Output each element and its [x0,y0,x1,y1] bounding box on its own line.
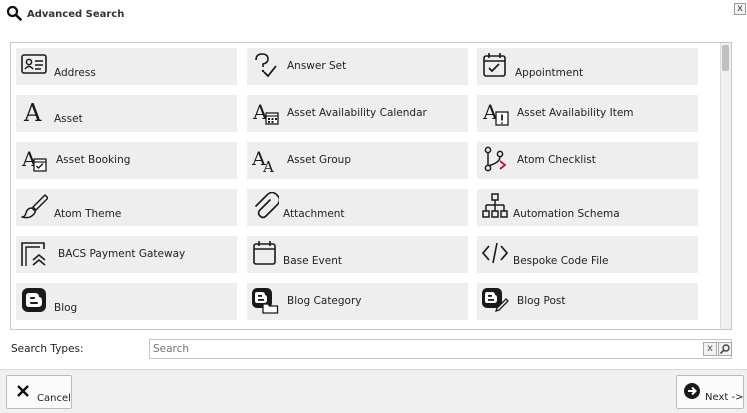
blog-folder-icon [251,286,279,314]
types-scrollbar[interactable] [720,43,731,329]
type-label: Blog [54,302,78,314]
type-label: Bespoke Code File [513,255,609,267]
search-field: x [149,339,732,359]
type-tile-bespoke-code-file[interactable]: Bespoke Code File [477,236,698,273]
types-list: Address Answer Set Appointment A Asset A… [10,42,732,330]
type-label: Asset Booking [56,154,131,166]
close-button[interactable]: x [734,3,746,15]
type-label: Asset Availability Calendar [287,107,427,119]
type-tile-asset[interactable]: A Asset [16,95,237,132]
type-label: Appointment [515,67,584,79]
type-tile-attachment[interactable]: Attachment [247,189,468,226]
type-tile-answer-set[interactable]: Answer Set [247,48,468,85]
type-label: Asset [54,113,83,125]
sitemap-icon [481,192,509,220]
svg-text:A: A [262,158,274,173]
type-tile-blog-post[interactable]: Blog Post [477,283,698,320]
search-icon [719,344,730,355]
type-label: Atom Checklist [517,154,596,166]
type-label: Automation Schema [513,208,620,220]
type-tile-appointment[interactable]: Appointment [477,48,698,85]
calendar-check-icon [481,51,509,79]
type-tile-automation-schema[interactable]: Automation Schema [477,189,698,226]
search-button[interactable] [718,342,732,356]
asset-booking-icon: A [20,145,48,173]
blog-edit-icon [481,286,509,314]
cancel-label: Cancel [37,393,71,404]
type-label: Asset Group [287,154,352,166]
search-input[interactable] [150,340,702,358]
search-icon [6,5,22,21]
type-label: Attachment [283,208,345,220]
type-tile-blog[interactable]: Blog [16,283,237,320]
type-label: BACS Payment Gateway [58,248,186,260]
next-button[interactable]: Next -> [676,375,744,409]
calendar-icon [251,239,279,267]
type-label: Atom Theme [54,208,122,220]
type-label: Blog Post [517,295,566,307]
asset-calendar-icon: A [251,98,279,126]
type-label: Answer Set [287,60,347,72]
type-label: Base Event [283,255,342,267]
search-types-label: Search Types: [11,343,84,355]
type-label: Blog Category [287,295,362,307]
asset-alert-icon: A [481,98,509,126]
type-tile-bacs-payment-gateway[interactable]: BACS Payment Gateway [16,236,237,273]
type-tile-address[interactable]: Address [16,48,237,85]
gateway-icon [20,239,48,267]
scrollbar-thumb[interactable] [722,45,729,71]
type-label: Address [54,67,96,79]
dialog-title: Advanced Search [27,9,125,20]
dialog-footer: Cancel Next -> [0,369,747,413]
next-label: Next -> [705,392,744,403]
contact-card-icon [20,51,48,79]
type-tile-asset-booking[interactable]: A Asset Booking [16,142,237,179]
type-tile-asset-availability-item[interactable]: A Asset Availability Item [477,95,698,132]
answer-set-icon [251,51,279,79]
branch-icon [481,145,509,173]
type-tile-base-event[interactable]: Base Event [247,236,468,273]
close-icon [16,384,30,398]
type-tile-asset-group[interactable]: AA Asset Group [247,142,468,179]
arrow-right-circle-icon [683,382,701,400]
asset-group-icon: AA [251,145,279,176]
brush-icon [20,192,49,220]
blog-icon [20,286,48,314]
type-tile-atom-checklist[interactable]: Atom Checklist [477,142,698,179]
svg-text:A: A [23,99,42,126]
type-tile-atom-theme[interactable]: Atom Theme [16,189,237,226]
dialog-titlebar: Advanced Search x [0,0,747,26]
type-label: Asset Availability Item [517,107,634,119]
clear-search-button[interactable]: x [703,342,717,356]
code-icon [481,239,509,267]
type-tile-asset-availability-calendar[interactable]: A Asset Availability Calendar [247,95,468,132]
letter-a-icon: A [20,98,48,127]
cancel-button[interactable]: Cancel [6,375,72,409]
type-tile-blog-category[interactable]: Blog Category [247,283,468,320]
paperclip-icon [251,191,281,220]
